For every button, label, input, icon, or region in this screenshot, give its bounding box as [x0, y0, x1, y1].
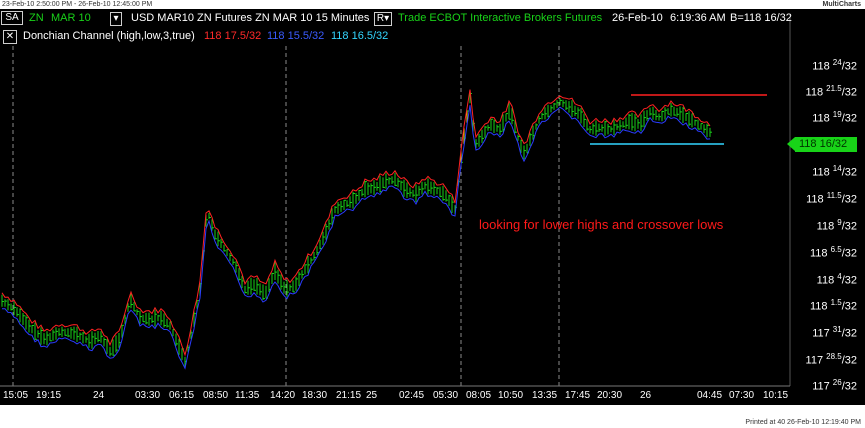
time-label: 18:30 — [302, 390, 328, 401]
instrument-description: USD MAR10 ZN Futures ZN MAR 10 15 Minute… — [131, 12, 370, 24]
symbol-label: ZN — [29, 12, 44, 24]
indicator-name: Donchian Channel (high,low,3,true) — [23, 30, 195, 42]
time-label: 07:30 — [729, 390, 755, 401]
chart-header: SA ZN MAR 10 ▾ USD MAR10 ZN Futures ZN M… — [0, 10, 865, 26]
header-time: 6:19:36 AM — [670, 12, 726, 24]
price-label: 117 28.5/32 — [805, 352, 857, 367]
footer-bar — [0, 405, 865, 428]
price-label: 118 24/32 — [812, 58, 857, 73]
time-label: 20:30 — [597, 390, 623, 401]
time-label: 15:05 — [3, 390, 29, 401]
time-label: 06:15 — [169, 390, 195, 401]
bid-price: B=118 16/32 — [730, 12, 792, 24]
contract-label: MAR 10 — [51, 12, 91, 24]
time-label: 04:45 — [697, 390, 723, 401]
time-label: 10:50 — [498, 390, 524, 401]
price-label: 117 26/32 — [812, 378, 857, 393]
price-label: 118 4/32 — [816, 272, 857, 287]
indicator-mid-value: 118 16.5/32 — [331, 30, 389, 42]
time-label: 10:15 — [763, 390, 789, 401]
time-label: 21:15 — [336, 390, 362, 401]
price-label: 118 21.5/32 — [805, 84, 857, 99]
price-label: 118 14/32 — [812, 164, 857, 179]
price-label: 118 9/32 — [816, 218, 857, 233]
indicator-upper-value: 118 17.5/32 — [204, 30, 262, 42]
price-label: 118 1.5/32 — [809, 298, 857, 313]
price-label: 118 6.5/32 — [809, 245, 857, 260]
current-price-tag: 118 16/32 — [787, 137, 857, 152]
time-label: 05:30 — [433, 390, 459, 401]
time-label: 08:05 — [466, 390, 492, 401]
time-label: 19:15 — [36, 390, 62, 401]
header-date: 26-Feb-10 — [612, 12, 663, 24]
time-label: 08:50 — [203, 390, 229, 401]
price-label: 117 31/32 — [812, 325, 857, 340]
time-label: 13:35 — [532, 390, 558, 401]
price-label: 118 11.5/32 — [806, 191, 857, 206]
time-label: 03:30 — [135, 390, 161, 401]
time-label: 26 — [640, 390, 652, 401]
close-icon[interactable]: ✕ — [3, 30, 17, 44]
symbol-button[interactable]: SA — [1, 11, 23, 25]
price-plot[interactable] — [0, 0, 865, 428]
indicator-header: ✕ Donchian Channel (high,low,3,true) 118… — [0, 28, 865, 44]
time-label: 17:45 — [565, 390, 591, 401]
indicator-lower-value: 118 15.5/32 — [267, 30, 325, 42]
time-label: 14:20 — [270, 390, 296, 401]
printed-stamp: Printed at 40 26-Feb-10 12:19:40 PM — [745, 419, 861, 426]
price-label: 118 19/32 — [812, 110, 857, 125]
time-label: 25 — [366, 390, 378, 401]
resolution-button[interactable]: R▾ — [374, 12, 392, 26]
chart-annotation: looking for lower highs and crossover lo… — [479, 217, 724, 232]
time-label: 11:35 — [235, 390, 260, 401]
data-source: Trade ECBOT Interactive Brokers Futures — [398, 12, 603, 24]
time-label: 02:45 — [399, 390, 425, 401]
chart-menu-button[interactable]: ▾ — [110, 12, 122, 26]
time-label: 24 — [93, 390, 105, 401]
